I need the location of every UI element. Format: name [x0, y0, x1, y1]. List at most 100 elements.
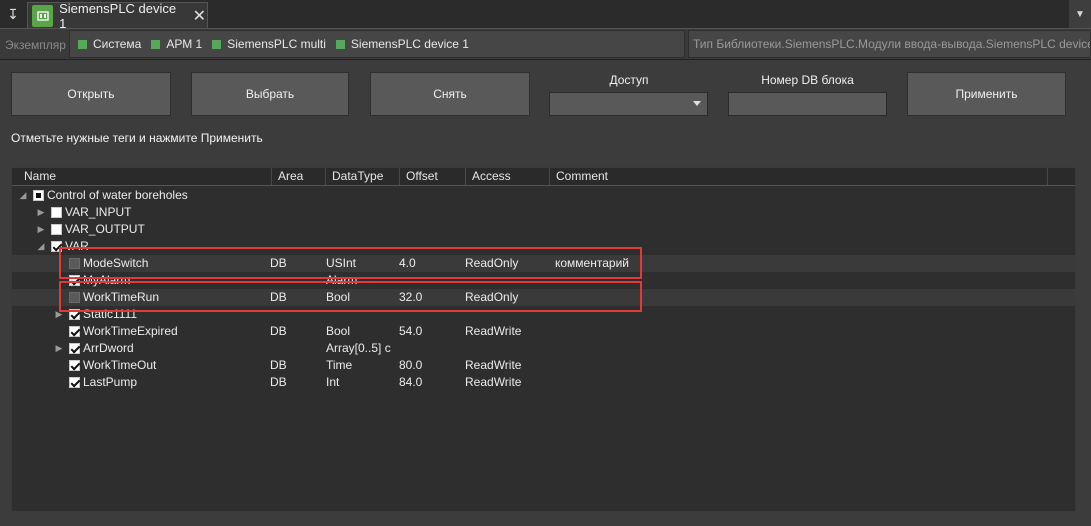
cell-datatype: USInt	[326, 256, 357, 270]
cell-name: ArrDword	[83, 341, 134, 355]
cell-comment: комментарий	[555, 256, 629, 270]
cell-name: ModeSwitch	[83, 256, 149, 270]
collapse-arrow-icon[interactable]: ◢	[18, 187, 28, 204]
cell-offset: 32.0	[399, 290, 423, 304]
cell-name: VAR	[65, 239, 89, 253]
access-label: Доступ	[609, 73, 649, 87]
row-checkbox[interactable]	[69, 377, 80, 388]
column-header-area[interactable]: Area	[272, 168, 326, 185]
expand-arrow-icon[interactable]: ▶	[36, 221, 46, 238]
table-row[interactable]: WorkTimeExpired DB Bool 54.0 ReadWrite	[12, 323, 1075, 340]
cell-datatype: Array[0..5] c	[326, 341, 391, 355]
breadcrumb-item-device[interactable]: SiemensPLC device 1	[335, 37, 469, 51]
row-checkbox[interactable]	[69, 343, 80, 354]
row-checkbox[interactable]	[51, 241, 62, 252]
cell-offset: 4.0	[399, 256, 416, 270]
column-header-datatype[interactable]: DataType	[326, 168, 400, 185]
cell-name: WorkTimeExpired	[83, 324, 178, 338]
cell-area: DB	[270, 358, 287, 372]
row-checkbox	[69, 258, 80, 269]
table-header: Name Area DataType Offset Access Comment	[12, 168, 1075, 186]
cell-area: DB	[270, 256, 287, 270]
tab-list-icon[interactable]: ↧	[0, 0, 26, 28]
cell-name: Control of water boreholes	[47, 188, 188, 202]
cell-area: DB	[270, 375, 287, 389]
cell-access: ReadWrite	[465, 358, 522, 372]
cell-access: ReadWrite	[465, 324, 522, 338]
breadcrumb-label: Экземпляр	[5, 38, 66, 52]
cell-name: VAR_INPUT	[65, 205, 132, 219]
access-select[interactable]	[549, 92, 708, 116]
table-row[interactable]: WorkTimeRun DB Bool 32.0 ReadOnly	[12, 289, 1075, 306]
expand-arrow-icon[interactable]: ▶	[54, 306, 64, 323]
cell-offset: 84.0	[399, 375, 423, 389]
cell-access: ReadOnly	[465, 290, 519, 304]
unselect-button[interactable]: Снять	[370, 72, 530, 116]
breadcrumb-item-label: SiemensPLC multi	[227, 37, 326, 51]
cell-area: DB	[270, 290, 287, 304]
row-checkbox[interactable]	[69, 360, 80, 371]
library-type: Тип Библиотеки.SiemensPLC.Модули ввода-в…	[688, 30, 1091, 58]
cell-datatype: Time	[326, 358, 353, 372]
cell-offset: 80.0	[399, 358, 423, 372]
table-row[interactable]: ▶ VAR_OUTPUT	[12, 221, 1075, 238]
tab-bar: ↧ SiemensPLC device 1 ✕ ▼	[0, 0, 1091, 31]
cell-datatype: Alarm	[326, 273, 358, 287]
cell-area: DB	[270, 324, 287, 338]
cell-offset: 54.0	[399, 324, 423, 338]
breadcrumb: Система АРМ 1 SiemensPLC multi SiemensPL…	[69, 30, 685, 58]
table-row[interactable]: MyAlarm Alarm	[12, 272, 1075, 289]
node-square-icon	[78, 39, 87, 49]
column-header-name[interactable]: Name	[12, 168, 272, 185]
db-number-label: Номер DB блока	[761, 73, 854, 87]
cell-access: ReadOnly	[465, 256, 519, 270]
node-square-icon	[335, 39, 345, 49]
table-row[interactable]: WorkTimeOut DB Time 80.0 ReadWrite	[12, 357, 1075, 374]
row-checkbox	[69, 292, 80, 303]
cell-name: MyAlarm	[83, 273, 131, 287]
expand-arrow-icon[interactable]: ▶	[36, 204, 46, 221]
row-checkbox[interactable]	[69, 309, 80, 320]
cell-name: WorkTimeOut	[83, 358, 157, 372]
close-icon[interactable]: ✕	[192, 8, 207, 25]
breadcrumb-item-multi[interactable]: SiemensPLC multi	[212, 37, 326, 51]
table-row[interactable]: LastPump DB Int 84.0 ReadWrite	[12, 374, 1075, 391]
open-button[interactable]: Открыть	[11, 72, 171, 116]
column-header-comment[interactable]: Comment	[550, 168, 1048, 185]
row-checkbox[interactable]	[33, 190, 44, 201]
row-checkbox[interactable]	[69, 326, 80, 337]
db-number-input[interactable]	[728, 92, 887, 116]
node-square-icon	[212, 39, 222, 49]
table-row[interactable]: ▶ Static1111	[12, 306, 1075, 323]
row-checkbox[interactable]	[69, 275, 80, 286]
breadcrumb-item-arm[interactable]: АРМ 1	[151, 37, 202, 51]
cell-name: LastPump	[83, 375, 138, 389]
table-row[interactable]: ◢ Control of water boreholes	[12, 187, 1075, 204]
breadcrumb-item-label: АРМ 1	[166, 37, 203, 51]
apply-button[interactable]: Применить	[907, 72, 1066, 116]
cell-datatype: Int	[326, 375, 340, 389]
column-header-offset[interactable]: Offset	[400, 168, 466, 185]
expand-arrow-icon[interactable]: ▶	[54, 340, 64, 357]
cell-datatype: Bool	[326, 290, 351, 304]
tab-overflow-icon[interactable]: ▼	[1069, 0, 1091, 28]
table-row[interactable]: ◢ VAR	[12, 238, 1075, 255]
cell-access: ReadWrite	[465, 375, 522, 389]
chevron-down-icon	[693, 101, 701, 106]
row-checkbox[interactable]	[51, 207, 62, 218]
breadcrumb-item-label: SiemensPLC device 1	[350, 37, 469, 51]
row-checkbox[interactable]	[51, 224, 62, 235]
breadcrumb-item-label: Система	[93, 37, 142, 51]
table-row[interactable]: ▶ VAR_INPUT	[12, 204, 1075, 221]
table-row[interactable]: ▶ ArrDword Array[0..5] c	[12, 340, 1075, 357]
select-button[interactable]: Выбрать	[191, 72, 349, 116]
plc-device-icon	[32, 4, 54, 27]
collapse-arrow-icon[interactable]: ◢	[36, 238, 46, 255]
tab-siemens-plc-device[interactable]: SiemensPLC device 1 ✕	[27, 0, 208, 31]
tab-title: SiemensPLC device 1	[59, 0, 177, 31]
table-row[interactable]: ModeSwitch DB USInt 4.0 ReadOnly комментарий	[12, 255, 1075, 272]
cell-name: Static1111	[83, 307, 138, 321]
breadcrumb-item-system[interactable]: Система	[78, 37, 141, 51]
tag-table: Name Area DataType Offset Access Comment…	[11, 167, 1076, 512]
column-header-access[interactable]: Access	[466, 168, 550, 185]
